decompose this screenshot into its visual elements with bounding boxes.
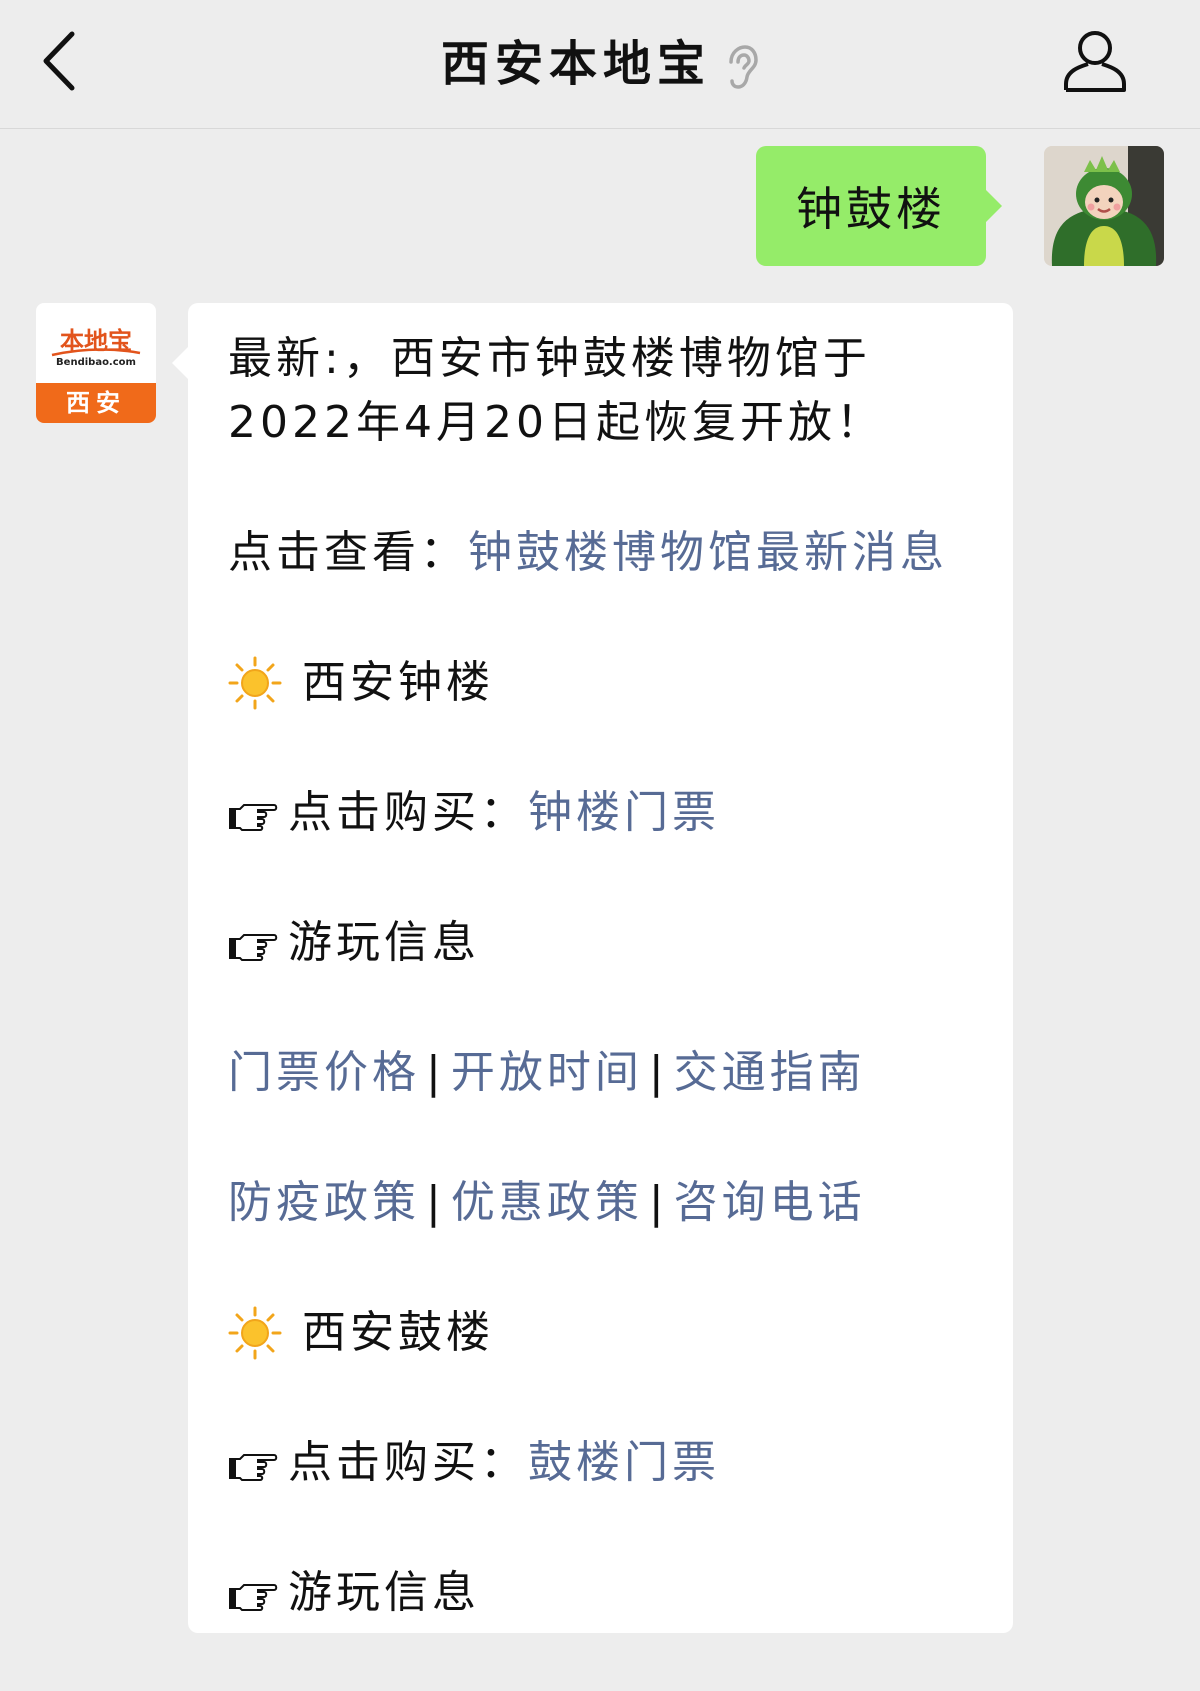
ear-icon: [729, 45, 758, 89]
transport-guide-link[interactable]: 交通指南: [674, 1041, 866, 1105]
opening-hours-link[interactable]: 开放时间: [451, 1041, 643, 1105]
separator: |: [648, 1047, 668, 1098]
drum-tower-buy-row: 点击购买： 鼓楼门票: [228, 1431, 973, 1561]
drum-tower-heading: 西安鼓楼: [302, 1307, 494, 1358]
sun-icon: [228, 1306, 282, 1360]
discount-policy-link[interactable]: 优惠政策: [451, 1171, 643, 1235]
pointing-hand-icon: [229, 804, 278, 831]
official-account-avatar[interactable]: 本地宝 Bendibao.com 西安: [36, 303, 156, 423]
outgoing-message-text: 钟鼓楼: [796, 182, 946, 236]
view-prefix: 点击查看：: [228, 527, 468, 578]
person-icon[interactable]: [1062, 28, 1128, 94]
user-avatar[interactable]: [1044, 146, 1164, 266]
drum-tower-buy-prefix: 点击购买：: [288, 1437, 528, 1488]
bell-tower-info-label: 游玩信息: [288, 917, 480, 968]
message-headline: 最新:，西安市钟鼓楼博物馆于2022年4月20日起恢复开放！: [228, 333, 884, 448]
logo-city: 西安: [36, 383, 156, 423]
pointing-hand-icon: [229, 1584, 278, 1611]
chat-title-text: 西安本地宝: [440, 36, 711, 92]
sun-icon: [228, 656, 282, 710]
drum-tower-ticket-link[interactable]: 鼓楼门票: [528, 1431, 720, 1495]
separator: |: [426, 1047, 445, 1098]
view-latest-news-link[interactable]: 钟鼓楼博物馆最新消息: [468, 521, 948, 585]
outgoing-message-bubble[interactable]: 钟鼓楼: [756, 146, 1002, 266]
bell-tower-ticket-link[interactable]: 钟楼门票: [528, 781, 720, 845]
drum-tower-info-label: 游玩信息: [288, 1567, 480, 1618]
ticket-price-link[interactable]: 门票价格: [228, 1041, 420, 1105]
drum-tower-heading-row: 西安鼓楼: [228, 1301, 973, 1431]
bell-tower-buy-prefix: 点击购买：: [288, 787, 528, 838]
bell-tower-info-row: 游玩信息: [228, 911, 973, 1041]
bell-tower-heading: 西安钟楼: [302, 657, 494, 708]
drum-tower-info-row: 游玩信息: [228, 1561, 973, 1691]
bell-tower-heading-row: 西安钟楼: [228, 651, 973, 781]
chat-title: 西安本地宝: [0, 24, 1200, 94]
incoming-message-bubble: 最新:，西安市钟鼓楼博物馆于2022年4月20日起恢复开放！ 点击查看： 钟鼓楼博…: [172, 303, 1013, 1633]
logo-domain: Bendibao.com: [56, 357, 136, 368]
pointing-hand-icon: [229, 934, 278, 961]
chat-header: 西安本地宝: [0, 0, 1200, 129]
bell-tower-buy-row: 点击购买： 钟楼门票: [228, 781, 973, 911]
user-avatar-image: [1044, 146, 1164, 266]
separator: |: [648, 1177, 668, 1228]
view-row: 点击查看： 钟鼓楼博物馆最新消息: [228, 521, 973, 651]
epidemic-policy-link[interactable]: 防疫政策: [228, 1171, 420, 1235]
separator: |: [426, 1177, 445, 1228]
bell-tower-links-row-1: 门票价格 | 开放时间 | 交通指南: [228, 1041, 973, 1171]
bell-tower-links-row-2: 防疫政策 | 优惠政策 | 咨询电话: [228, 1171, 973, 1301]
logo-swoosh-icon: [51, 348, 141, 357]
logo-top: 本地宝 Bendibao.com: [36, 303, 156, 383]
pointing-hand-icon: [229, 1454, 278, 1481]
contact-phone-link[interactable]: 咨询电话: [674, 1171, 866, 1235]
